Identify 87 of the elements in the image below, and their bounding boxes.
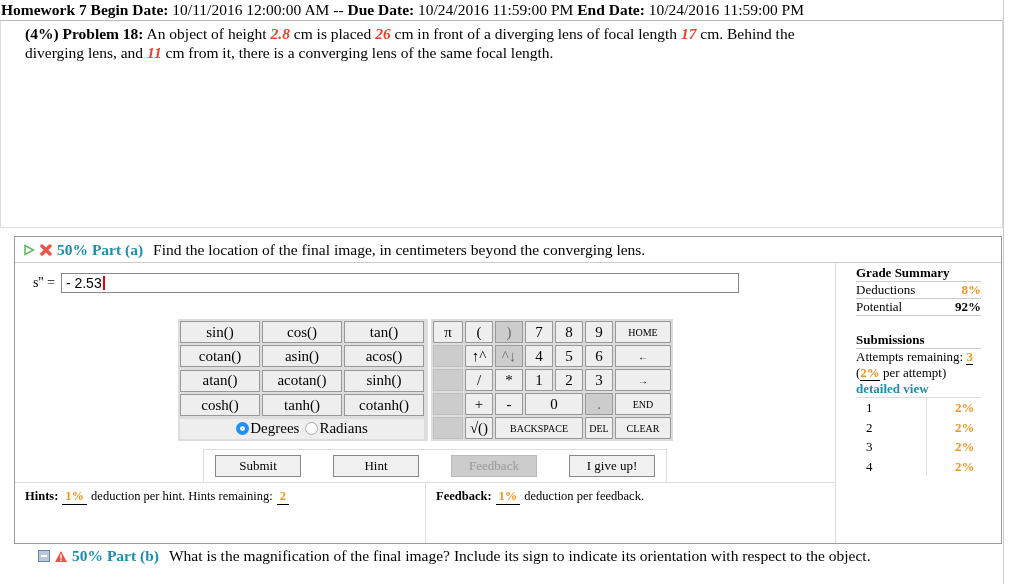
keypad-key[interactable]: - <box>495 393 523 415</box>
keypad-key[interactable]: / <box>465 369 493 391</box>
function-key[interactable]: sin() <box>180 321 260 343</box>
keypad-key[interactable]: 8 <box>555 321 583 343</box>
blank-key <box>433 393 463 415</box>
keypad-key[interactable]: 2 <box>555 369 583 391</box>
function-key[interactable]: cos() <box>262 321 342 343</box>
function-key[interactable]: cotan() <box>180 345 260 368</box>
keypad-key[interactable]: + <box>465 393 493 415</box>
summary-label: Potential <box>856 299 903 315</box>
summary-label: Deductions <box>856 282 916 298</box>
angle-option[interactable]: Radians <box>305 420 368 438</box>
keypad-key[interactable]: BACKSPACE <box>495 417 583 439</box>
deduction-value: 1% <box>62 489 88 505</box>
keypad-key[interactable]: 3 <box>585 369 613 391</box>
submission-number: 1 <box>856 398 927 418</box>
attempts-label: Attempts remaining: <box>856 349 965 364</box>
angle-option[interactable]: Degrees <box>236 420 300 438</box>
function-key[interactable]: acotan() <box>262 369 342 392</box>
blank-key <box>433 369 463 391</box>
keypad-key[interactable]: DEL <box>585 417 613 439</box>
keypad-key[interactable]: 1 <box>525 369 553 391</box>
paren-text: ( <box>856 365 861 380</box>
part-label[interactable]: 50% Part (a) <box>57 240 144 259</box>
summary-value: 8% <box>961 282 981 298</box>
keypad-key[interactable]: ↑^ <box>465 345 493 367</box>
action-button[interactable]: I give up! <box>569 455 655 477</box>
keypad-key[interactable]: 5 <box>555 345 583 367</box>
question-text: What is the magnification of the final image? Include its sign to indicate its orientation with respect to the object. <box>168 547 871 565</box>
keypad-key[interactable]: 6 <box>585 345 613 367</box>
keypad-key[interactable]: π <box>433 321 463 343</box>
deduction-value: 1% <box>495 489 521 505</box>
keypad-key[interactable]: 0 <box>525 393 583 415</box>
submission-deduction: 2% <box>954 399 975 417</box>
keypad-key[interactable]: END <box>615 393 671 415</box>
radio-button[interactable] <box>305 422 319 436</box>
question-text: Find the location of the final image, in centimeters beyond the converging lens. <box>153 240 646 259</box>
submissions-title: Submissions <box>856 332 981 349</box>
summary-value: 92% <box>955 299 981 315</box>
header-line: Homework 7 Begin Date: 10/11/2016 12:00:00 AM -- Due Date: 10/24/2016 11:59:00 PM End Date: 10/24/2016 11:59:00 PM <box>0 0 1003 21</box>
keypad-key[interactable]: * <box>495 369 523 391</box>
keypad-key[interactable]: ( <box>465 321 493 343</box>
submission-deduction: 2% <box>954 418 975 437</box>
answer-field[interactable]: - 2.53 <box>60 273 739 293</box>
note-label: Feedback: <box>436 489 492 504</box>
submission-deduction: 2% <box>954 457 975 476</box>
attempts-count: 3 <box>966 349 973 365</box>
expand-arrow-icon[interactable] <box>23 243 35 256</box>
wrong-mark-icon <box>39 242 53 257</box>
blank-key <box>433 417 463 439</box>
part-label[interactable]: 50% Part (b) <box>72 547 159 565</box>
function-key[interactable]: tanh() <box>262 394 342 417</box>
radio-button[interactable] <box>236 422 250 436</box>
keypad-key[interactable]: √() <box>465 417 493 439</box>
per-attempt-value: 2% <box>860 365 880 381</box>
keypad-key[interactable]: → <box>615 369 671 391</box>
blank-key <box>433 345 463 367</box>
function-key[interactable]: asin() <box>262 345 342 368</box>
keypad-key[interactable]: 7 <box>525 321 553 343</box>
per-attempt-text: per attempt) <box>882 365 947 380</box>
function-key[interactable]: tan() <box>344 321 424 343</box>
function-key[interactable]: cosh() <box>180 394 260 417</box>
keypad-key[interactable]: HOME <box>615 321 671 343</box>
note-text: deduction per feedback. <box>524 489 645 504</box>
action-button[interactable]: Hint <box>333 455 419 477</box>
action-button[interactable]: Submit <box>215 455 301 477</box>
submission-number: 2 <box>856 417 927 437</box>
detailed-view-link[interactable]: detailed view <box>856 381 981 398</box>
summary-title: Grade Summary <box>856 265 981 282</box>
warning-icon <box>54 549 68 563</box>
keypad-key[interactable]: CLEAR <box>615 417 671 439</box>
problem-text: (4%) Problem 18: An object of height 2.8 cm is placed 26 cm in front of a diverging lens of focal length 17 cm. Behind the diverging lens, and 11 cm from it, there is a converging lens of the same focal length. <box>25 24 796 62</box>
function-key[interactable]: atan() <box>180 369 260 392</box>
submission-number: 3 <box>856 437 927 457</box>
submission-deduction: 2% <box>954 438 975 456</box>
keypad-key[interactable]: ← <box>615 345 671 367</box>
note-text: deduction per hint. Hints remaining: <box>91 489 273 504</box>
remaining-count: 2 <box>276 489 289 505</box>
function-key[interactable]: acos() <box>344 345 424 368</box>
submission-number: 4 <box>856 456 927 476</box>
answer-label: s'' = <box>33 275 55 291</box>
collapse-icon[interactable] <box>38 550 50 562</box>
keypad-key[interactable]: 4 <box>525 345 553 367</box>
function-key[interactable]: sinh() <box>344 369 424 392</box>
keypad-key[interactable]: 9 <box>585 321 613 343</box>
note-label: Hints: <box>25 489 59 504</box>
function-key[interactable]: cotanh() <box>344 394 424 417</box>
